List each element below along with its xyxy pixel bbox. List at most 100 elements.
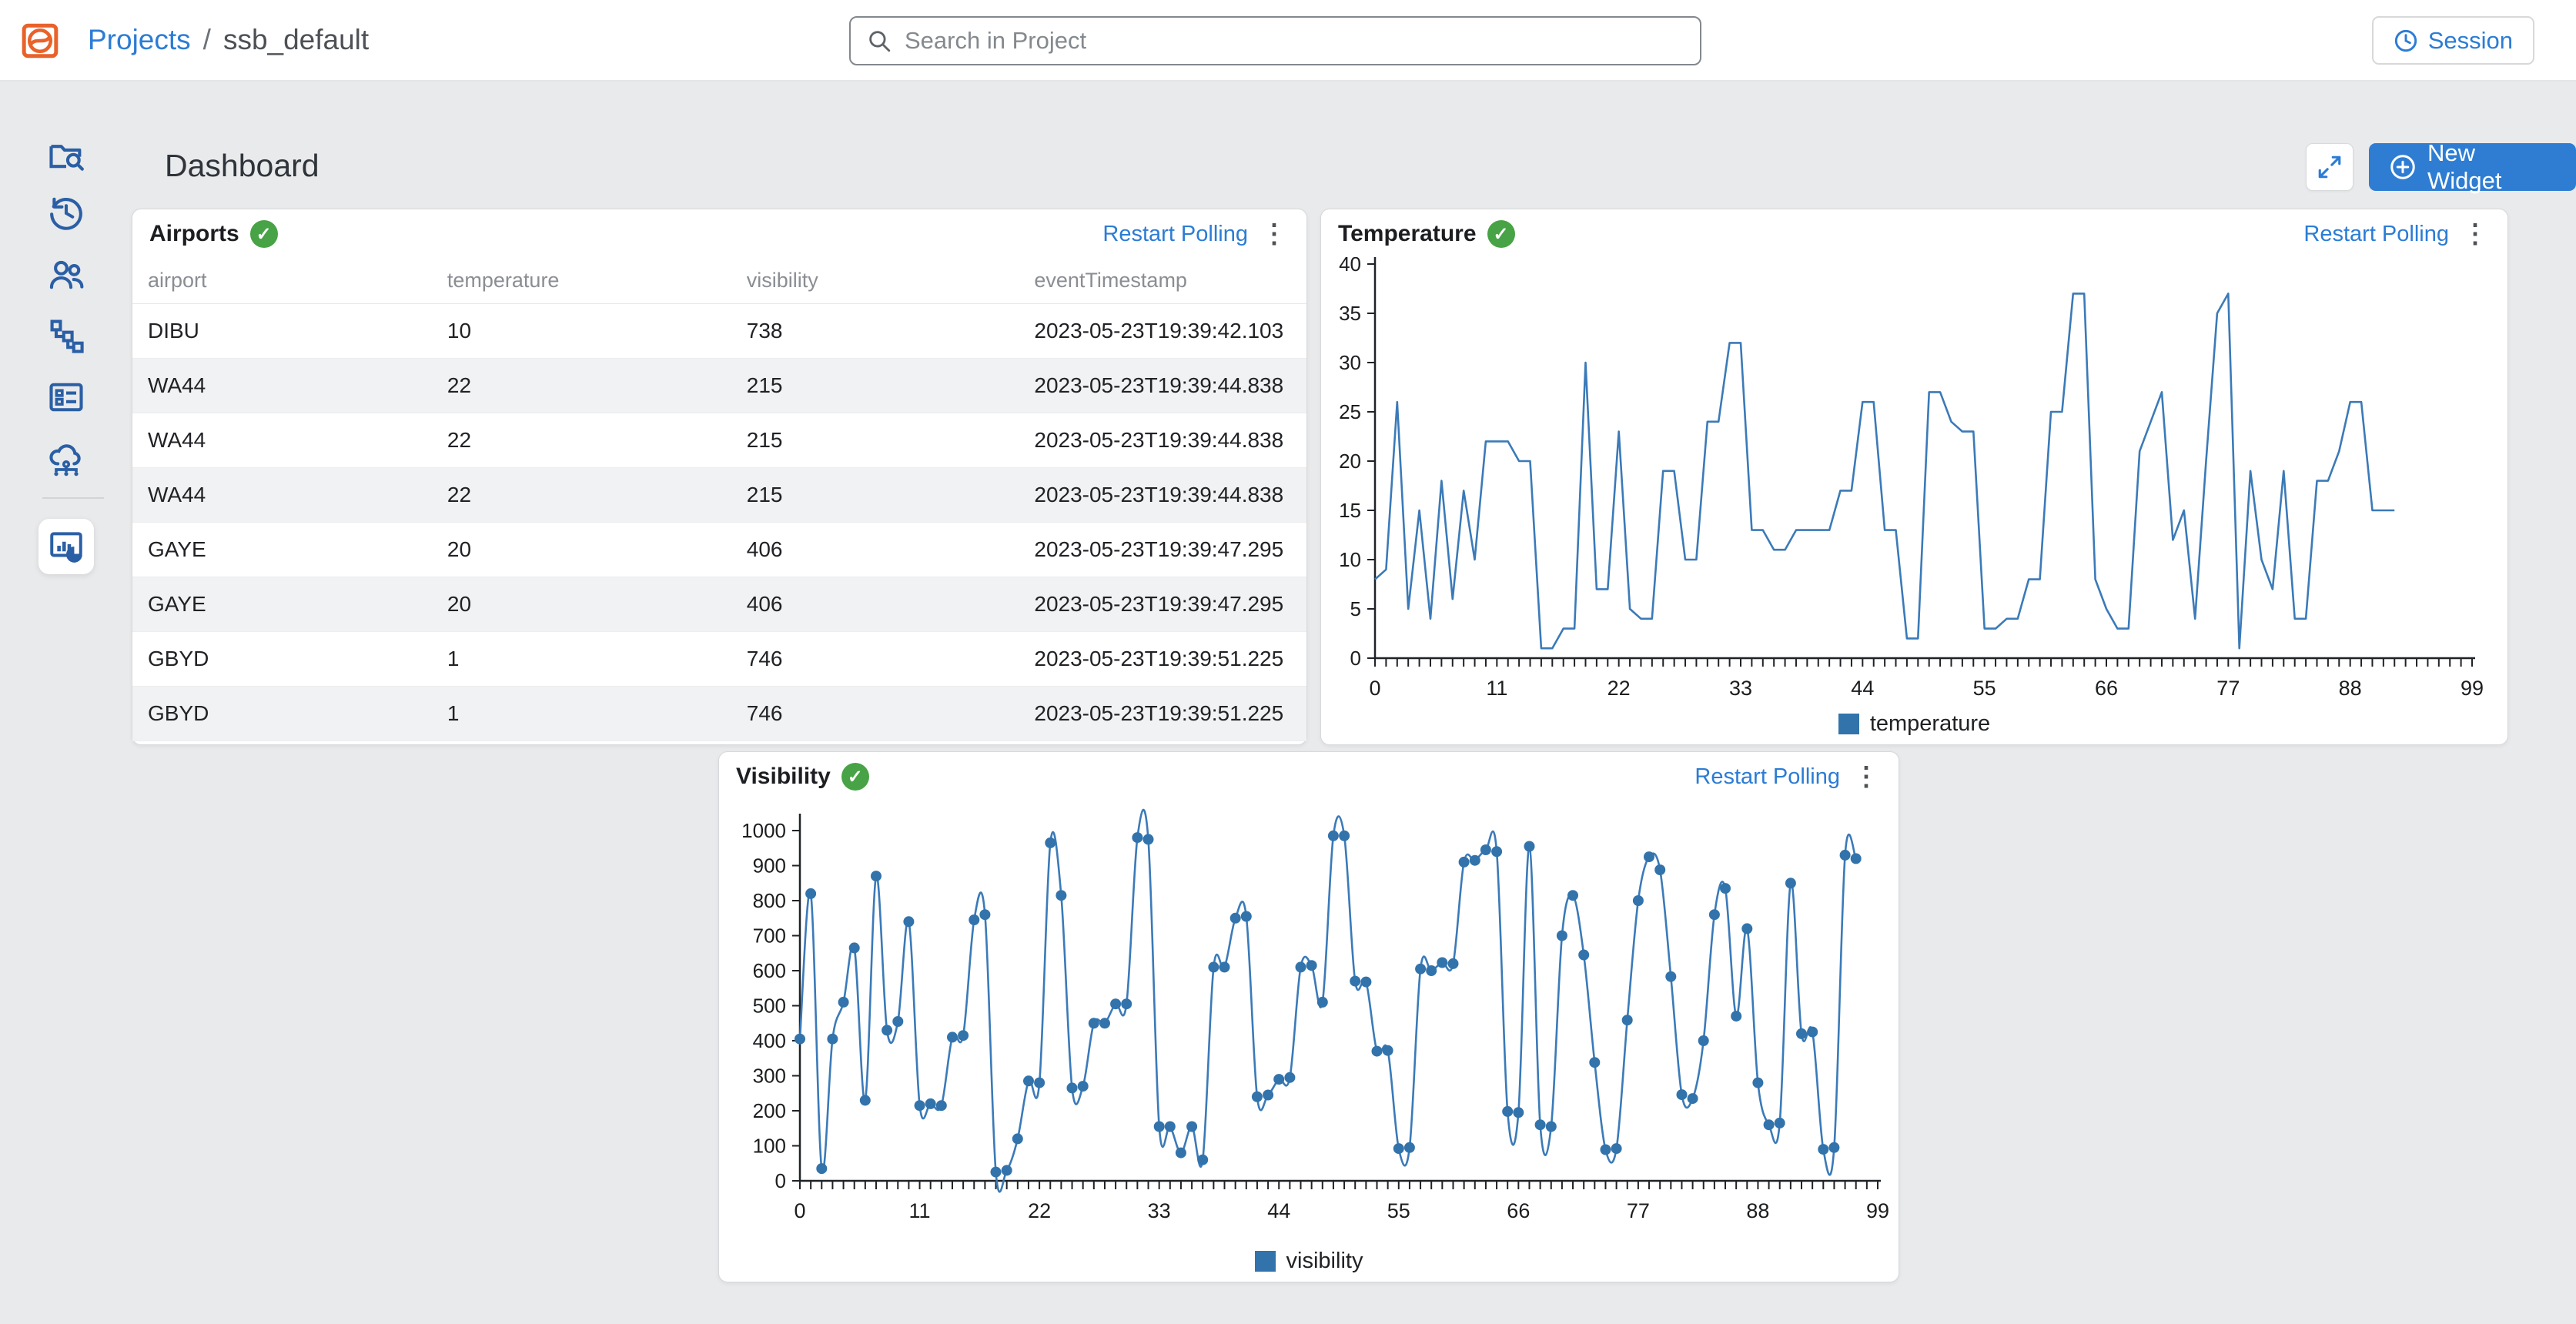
- table-column-header: temperature: [432, 259, 731, 303]
- restart-polling-link[interactable]: Restart Polling: [1102, 222, 1248, 247]
- svg-text:0: 0: [794, 1199, 805, 1222]
- svg-text:10: 10: [1339, 548, 1361, 571]
- widget-temperature: Temperature ✓ Restart Polling ⋮ 0 5 10 15 20…: [1320, 209, 2508, 745]
- svg-text:30: 30: [1339, 351, 1361, 374]
- svg-text:88: 88: [1746, 1199, 1769, 1222]
- top-bar: Projects / ssb_default Session: [0, 0, 2576, 82]
- flow-tree-icon: [46, 316, 86, 356]
- folder-search-icon: [46, 135, 86, 175]
- table-row: GAYE204062023-05-23T19:39:47.295: [132, 522, 1306, 577]
- legend-swatch: [1838, 714, 1859, 734]
- svg-text:88: 88: [2339, 677, 2362, 700]
- svg-text:0: 0: [775, 1169, 786, 1192]
- svg-text:200: 200: [753, 1099, 786, 1122]
- widget-menu-kebab-icon[interactable]: ⋮: [1259, 217, 1290, 251]
- widget-menu-kebab-icon[interactable]: ⋮: [1851, 760, 1882, 794]
- svg-text:66: 66: [1507, 1199, 1530, 1222]
- table-cell: 406: [731, 577, 1019, 631]
- table-column-header: eventTimestamp: [1019, 259, 1306, 303]
- svg-text:100: 100: [753, 1135, 786, 1158]
- svg-text:33: 33: [1729, 677, 1752, 700]
- table-cell: 2023-05-23T19:39:42.103: [1019, 303, 1306, 358]
- status-ok-icon: ✓: [841, 763, 869, 791]
- table-cell: 215: [731, 467, 1019, 522]
- table-column-header: visibility: [731, 259, 1019, 303]
- svg-text:600: 600: [753, 959, 786, 982]
- widget-title: Airports: [149, 221, 239, 247]
- table-cell: 10: [432, 303, 731, 358]
- table-cell: 746: [731, 686, 1019, 741]
- project-search: [849, 16, 1701, 65]
- fullscreen-button[interactable]: [2306, 143, 2354, 191]
- visibility-line-chart: 0100200300400500600700800900100001122334…: [719, 800, 1900, 1235]
- app-root: Projects / ssb_default Session: [0, 0, 2576, 1324]
- svg-text:1000: 1000: [741, 819, 786, 842]
- breadcrumb-projects-link[interactable]: Projects: [88, 24, 191, 56]
- legend-label: temperature: [1870, 711, 1990, 737]
- temperature-legend: temperature: [1321, 709, 2507, 738]
- restart-polling-link[interactable]: Restart Polling: [1694, 764, 1840, 790]
- breadcrumb: Projects / ssb_default: [88, 0, 369, 80]
- svg-text:0: 0: [1350, 647, 1361, 670]
- table-cell: 2023-05-23T19:39:51.225: [1019, 631, 1306, 686]
- search-icon: [866, 28, 892, 54]
- table-cell: 2023-05-23T19:39:44.838: [1019, 467, 1306, 522]
- monitoring-chart-icon: [47, 527, 85, 566]
- widget-airports-header: Airports ✓ Restart Polling ⋮: [132, 209, 1306, 259]
- new-widget-button-label: New Widget: [2427, 139, 2556, 195]
- svg-text:20: 20: [1339, 450, 1361, 473]
- table-cell: 22: [432, 413, 731, 467]
- restart-polling-link[interactable]: Restart Polling: [2303, 222, 2449, 247]
- svg-text:99: 99: [1866, 1199, 1889, 1222]
- legend-swatch: [1255, 1251, 1276, 1272]
- airports-table-body: DIBU107382023-05-23T19:39:42.103WA442221…: [132, 303, 1306, 741]
- session-button[interactable]: Session: [2372, 16, 2534, 65]
- table-cell: 215: [731, 413, 1019, 467]
- svg-text:22: 22: [1028, 1199, 1051, 1222]
- svg-text:11: 11: [1486, 677, 1507, 700]
- svg-text:0: 0: [1369, 677, 1380, 700]
- svg-text:400: 400: [753, 1029, 786, 1052]
- svg-text:15: 15: [1339, 499, 1361, 522]
- svg-text:55: 55: [1387, 1199, 1410, 1222]
- table-cell: 1: [432, 686, 731, 741]
- sidebar-item-project-explorer[interactable]: [46, 135, 86, 175]
- table-cell: GBYD: [132, 631, 432, 686]
- svg-text:5: 5: [1350, 597, 1361, 620]
- breadcrumb-current-project: ssb_default: [223, 24, 369, 56]
- panel-list-icon: [46, 377, 86, 417]
- table-row: GAYE204062023-05-23T19:39:47.295: [132, 577, 1306, 631]
- plus-circle-icon: [2389, 153, 2417, 181]
- svg-text:33: 33: [1148, 1199, 1171, 1222]
- ssb-logo-icon[interactable]: [21, 22, 59, 60]
- table-cell: 22: [432, 358, 731, 413]
- sidebar-item-forms[interactable]: [46, 377, 86, 417]
- svg-text:700: 700: [753, 924, 786, 948]
- widget-menu-kebab-icon[interactable]: ⋮: [2460, 217, 2491, 251]
- clock-icon: [2394, 28, 2418, 53]
- table-cell: WA44: [132, 467, 432, 522]
- table-cell: 20: [432, 577, 731, 631]
- sidebar-item-history[interactable]: [46, 193, 86, 233]
- table-cell: 2023-05-23T19:39:44.838: [1019, 358, 1306, 413]
- svg-text:25: 25: [1339, 400, 1361, 423]
- sidebar-item-monitoring-active[interactable]: [38, 519, 94, 574]
- search-input[interactable]: [905, 27, 1684, 55]
- svg-text:44: 44: [1267, 1199, 1290, 1222]
- status-ok-icon: ✓: [250, 220, 278, 248]
- session-button-label: Session: [2428, 27, 2513, 55]
- table-row: GBYD17462023-05-23T19:39:51.225: [132, 631, 1306, 686]
- table-cell: 22: [432, 467, 731, 522]
- widget-temperature-header: Temperature ✓ Restart Polling ⋮: [1321, 209, 2507, 259]
- table-cell: 2023-05-23T19:39:51.225: [1019, 686, 1306, 741]
- new-widget-button[interactable]: New Widget: [2369, 143, 2576, 191]
- table-cell: GBYD: [132, 686, 432, 741]
- sidebar-item-job-topology[interactable]: [46, 316, 86, 356]
- svg-text:300: 300: [753, 1065, 786, 1088]
- visibility-legend: visibility: [719, 1246, 1899, 1276]
- table-row: WA44222152023-05-23T19:39:44.838: [132, 467, 1306, 522]
- airports-table: airporttemperaturevisibilityeventTimesta…: [132, 259, 1306, 744]
- sidebar-item-user-management[interactable]: [46, 255, 86, 295]
- table-cell: 2023-05-23T19:39:44.838: [1019, 413, 1306, 467]
- sidebar-item-data-sources[interactable]: [46, 440, 86, 480]
